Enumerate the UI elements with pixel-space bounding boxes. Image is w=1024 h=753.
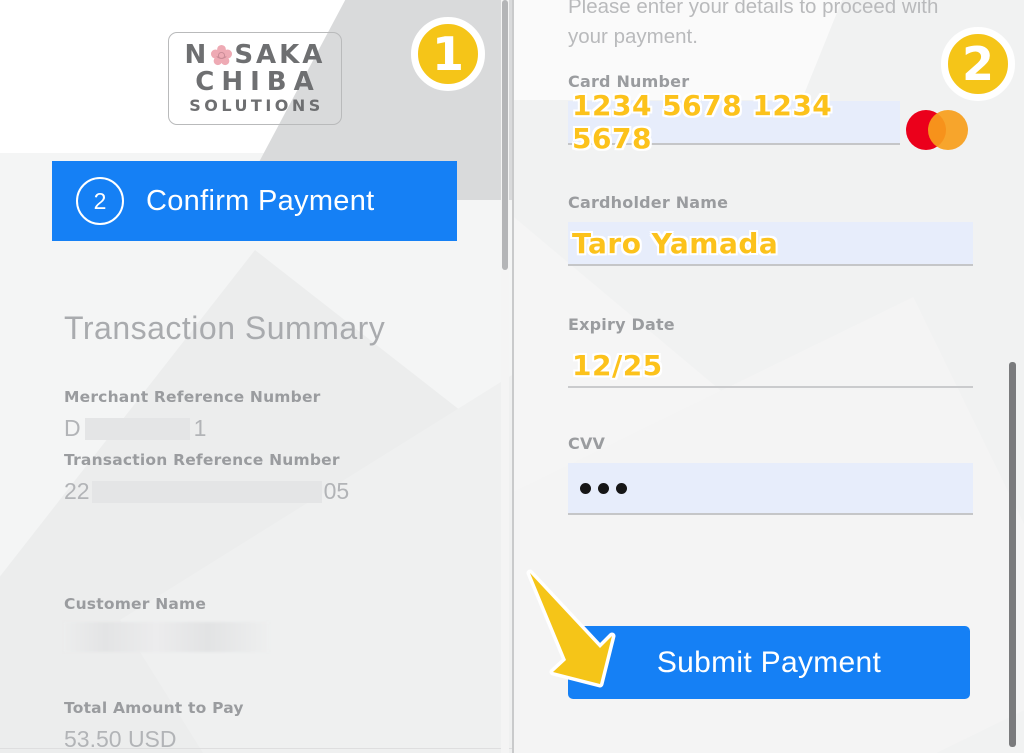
summary-label: Transaction Reference Number: [64, 451, 340, 469]
card-number-input[interactable]: 1234 5678 1234 5678: [568, 89, 900, 155]
left-panel-scrollbar-thumb[interactable]: [502, 0, 508, 270]
cardholder-name-field: Cardholder Name Taro Yamada: [568, 193, 973, 266]
cvv-label: CVV: [568, 434, 606, 453]
summary-label: Merchant Reference Number: [64, 388, 321, 406]
cvv-dot: [616, 482, 627, 494]
redacted-block: [84, 417, 190, 440]
cardholder-name-label: Cardholder Name: [568, 193, 729, 212]
expiry-date-field: Expiry Date 12/25: [568, 315, 973, 388]
expiry-date-input[interactable]: 12/25: [568, 344, 973, 388]
summary-field-merchant-reference: Merchant Reference Number D 1: [64, 388, 321, 442]
summary-field-customer-name: Customer Name: [64, 595, 269, 652]
summary-value: [64, 622, 269, 652]
value-suffix: 1: [193, 415, 207, 441]
summary-value: 22 05: [64, 478, 349, 505]
page-title: Transaction Summary: [64, 310, 386, 346]
company-logo: N SAKA CHIBA SOLUTIONS: [168, 32, 342, 125]
step-title: Confirm Payment: [146, 184, 375, 217]
redacted-block: [91, 480, 322, 503]
expiry-date-value: 12/25: [572, 348, 663, 382]
logo-line-nosaka: N SAKA: [185, 42, 326, 68]
flower-icon: [210, 44, 233, 67]
cvv-masked-value: [572, 482, 627, 494]
redacted-block: [64, 622, 269, 652]
summary-field-total-amount: Total Amount to Pay 53.50 USD: [64, 699, 244, 753]
value-suffix: 05: [323, 478, 350, 504]
logo-text-n: N: [184, 40, 210, 71]
step-number-badge: 2: [76, 177, 124, 225]
step-header-confirm-payment[interactable]: 2 Confirm Payment: [52, 161, 457, 241]
form-intro-text: Please enter your details to proceed wit…: [568, 0, 939, 48]
payment-form-panel: Please enter your details to proceed wit…: [514, 0, 1024, 753]
cvv-dot: [598, 482, 609, 494]
mastercard-yellow-circle: [928, 110, 968, 150]
submit-payment-button[interactable]: Submit Payment: [568, 626, 970, 699]
value-prefix: 22: [64, 478, 90, 504]
summary-label: Customer Name: [64, 595, 207, 613]
logo-line-chiba: CHIBA: [195, 67, 321, 98]
value-prefix: D: [64, 415, 81, 441]
summary-label: Total Amount to Pay: [64, 699, 244, 717]
mastercard-icon: [906, 110, 968, 150]
payment-checkout-screen: N SAKA CHIBA SOLUTIONS 2 Confirm Payment…: [0, 0, 1024, 753]
transaction-summary-panel: N SAKA CHIBA SOLUTIONS 2 Confirm Payment…: [0, 0, 513, 753]
cardholder-name-input[interactable]: Taro Yamada: [568, 222, 973, 266]
logo-text-saka: SAKA: [234, 40, 326, 71]
card-number-value: 1234 5678 1234 5678: [572, 89, 833, 155]
page-scrollbar-thumb[interactable]: [1009, 362, 1016, 747]
cardholder-name-value: Taro Yamada: [572, 226, 779, 260]
expiry-date-label: Expiry Date: [568, 315, 675, 334]
cvv-dot: [580, 482, 591, 494]
logo-line-solutions: SOLUTIONS: [189, 96, 324, 116]
summary-field-transaction-reference: Transaction Reference Number 22 05: [64, 451, 349, 505]
cvv-input[interactable]: [568, 463, 973, 515]
summary-value: D 1: [64, 415, 321, 442]
divider: [0, 748, 513, 749]
cvv-field: CVV: [568, 434, 973, 515]
